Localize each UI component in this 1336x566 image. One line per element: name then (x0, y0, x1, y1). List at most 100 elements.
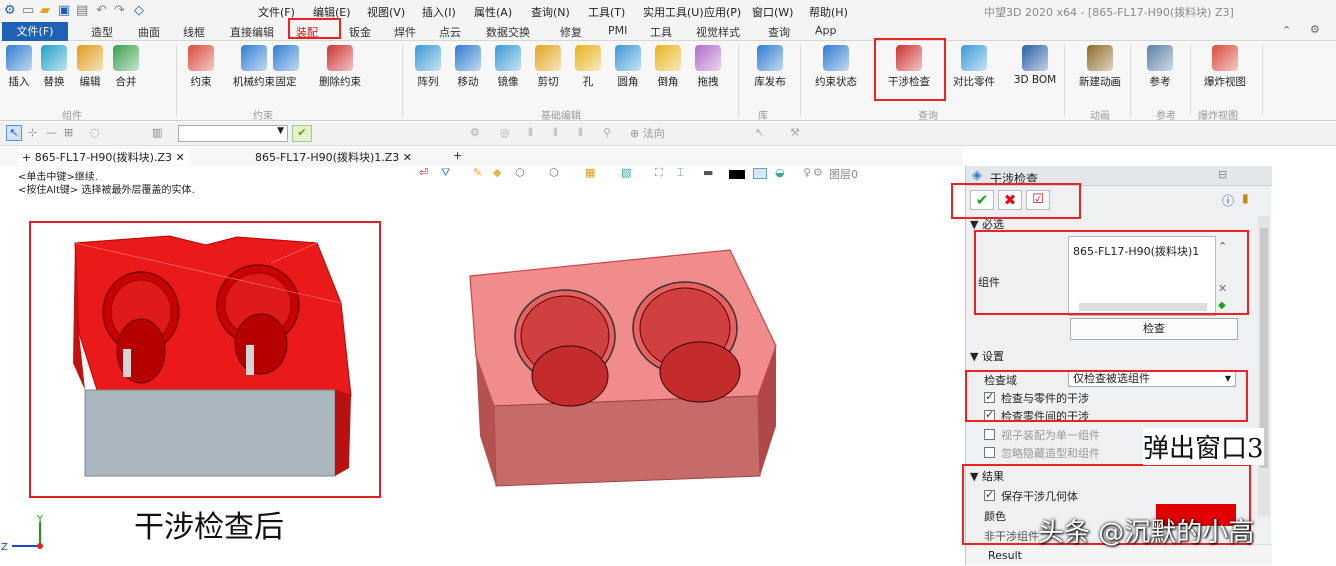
doc-tab-1[interactable]: 865-FL17-H90(拨料块)1.Z3 ✕ (255, 149, 412, 165)
tab-0[interactable]: 文件(F) (2, 22, 68, 41)
doc-tab-0[interactable]: + 865-FL17-H90(拨料块).Z3 ✕ (18, 149, 189, 165)
save-icon[interactable]: ▣ (58, 3, 70, 18)
color-light-swatch[interactable] (753, 168, 767, 179)
menu-item[interactable]: 属性(A) (474, 4, 512, 20)
layer-shape-icon[interactable]: ◒ (775, 166, 785, 179)
menu-item[interactable]: 工具(T) (588, 4, 625, 20)
select-arrow-icon[interactable]: ↖ (6, 125, 22, 141)
tab-6[interactable]: 钣金 (349, 24, 371, 40)
ribbon-button-7[interactable]: 删除约束 (310, 45, 370, 89)
tab-8[interactable]: 点云 (439, 24, 461, 40)
settings-icon[interactable]: ⚙ (1310, 23, 1320, 36)
filter-dropdown[interactable]: ▼ (178, 125, 288, 142)
tool-icon[interactable]: ⚒ (790, 126, 800, 139)
ribbon-button-19[interactable]: 对比零件 (945, 45, 1003, 89)
redo-icon[interactable]: ↷ (114, 3, 125, 18)
tab-1[interactable]: 造型 (91, 24, 113, 40)
check-filter-icon[interactable]: ✔ (292, 125, 312, 142)
tab-15[interactable]: App (815, 24, 837, 37)
option-subassembly[interactable]: 视子装配为单一组件 (984, 427, 1100, 443)
cube-color-icon[interactable]: ◆ (493, 166, 501, 179)
tab-2[interactable]: 曲面 (138, 24, 160, 40)
ribbon-button-20[interactable]: 3D BOM (1008, 45, 1062, 86)
ribbon-button-11[interactable]: 剪切 (530, 45, 566, 89)
app-logo-icon[interactable]: ⚙ (4, 3, 16, 18)
gear-icon[interactable]: ⚙ (470, 126, 480, 139)
ribbon-button-3[interactable]: 合并 (110, 45, 142, 89)
ribbon-button-23[interactable]: 爆炸视图 (1198, 45, 1252, 89)
cursor-icon[interactable]: ↖ (755, 126, 764, 139)
tab-7[interactable]: 焊件 (394, 24, 416, 40)
tab-9[interactable]: 数据交换 (486, 24, 530, 40)
color-black-swatch[interactable] (729, 170, 745, 179)
ribbon-button-22[interactable]: 参考 (1140, 45, 1180, 89)
check-button[interactable]: 检查 (1070, 318, 1238, 340)
menu-item[interactable]: 插入(I) (422, 4, 456, 20)
direction-field[interactable]: ⊕ 法向 (630, 125, 665, 141)
back-icon[interactable]: ⏎ (419, 166, 428, 179)
collapse-ribbon-icon[interactable]: ⌃ (1282, 24, 1291, 37)
box-icon[interactable]: ▦ (585, 166, 595, 179)
cube-wire-icon[interactable]: ⬡ (549, 166, 559, 179)
bulb-icon[interactable]: ♀ (803, 166, 811, 179)
ribbon-button-2[interactable]: 编辑 (74, 45, 106, 89)
ribbon-button-8[interactable]: 阵列 (410, 45, 446, 89)
ribbon-button-12[interactable]: 孔 (570, 45, 606, 89)
ribbon-button-14[interactable]: 倒角 (650, 45, 686, 89)
section-settings[interactable]: ▼ 设置 (970, 348, 1252, 366)
circle-select-icon[interactable]: ◌ (90, 126, 100, 139)
face-icon[interactable]: ⦀ (553, 126, 558, 140)
menu-item[interactable]: 窗口(W) (752, 4, 793, 20)
ribbon-button-6[interactable]: 固定 (268, 45, 304, 89)
ribbon-button-0[interactable]: 插入 (3, 45, 35, 89)
chart-filter-icon[interactable]: ▥ (152, 126, 162, 139)
tab-10[interactable]: 修复 (560, 24, 582, 40)
print-icon[interactable]: ▤ (76, 3, 88, 18)
tab-14[interactable]: 查询 (768, 24, 790, 40)
ribbon-button-16[interactable]: 库发布 (748, 45, 792, 89)
filter-view-icon[interactable]: ⛛ (441, 166, 450, 180)
edge-icon[interactable]: ⦀ (528, 126, 533, 140)
doc-tab-2[interactable]: + (453, 149, 462, 162)
ribbon-button-13[interactable]: 圆角 (610, 45, 646, 89)
tab-13[interactable]: 视觉样式 (696, 24, 740, 40)
option-ignore-hidden[interactable]: 忽略隐藏造型和组件 (984, 445, 1100, 461)
ribbon-button-9[interactable]: 移动 (450, 45, 486, 89)
vertex-icon[interactable]: ⦀ (578, 126, 583, 140)
tab-12[interactable]: 工具 (650, 24, 672, 40)
ribbon-button-1[interactable]: 替换 (38, 45, 70, 89)
3d-viewport[interactable]: <单击中键>继续. <按住Alt键> 选择被最外层覆盖的实体. ⏎ ⛛ ✎ ◆ … (0, 166, 962, 565)
menu-item[interactable]: 视图(V) (367, 4, 405, 20)
section-icon[interactable]: ⌶ (677, 166, 684, 180)
shape-icon[interactable]: ◇ (134, 3, 144, 18)
ribbon-button-21[interactable]: 新建动画 (1070, 45, 1130, 89)
grid-select-icon[interactable]: ⊞ (64, 126, 73, 139)
filter-icon[interactable]: ⊹ (28, 126, 37, 139)
help-icon[interactable]: ▮ (1242, 191, 1249, 205)
line-icon[interactable]: — (46, 126, 57, 139)
checkbox-ignore-hidden[interactable] (984, 447, 995, 458)
undo-icon[interactable]: ↶ (96, 3, 107, 18)
open-icon[interactable]: ▰ (40, 3, 50, 18)
new-icon[interactable]: ▭ (22, 3, 34, 18)
checkbox-subassembly[interactable] (984, 429, 995, 440)
restore-icon[interactable]: ⊟ (1218, 168, 1227, 181)
info-icon[interactable]: ⓘ (1222, 192, 1234, 209)
menu-item[interactable]: 实用工具(U) (643, 4, 704, 20)
dialog-scrollbar[interactable] (1258, 216, 1270, 516)
layer-settings-icon[interactable]: ⚙ (813, 166, 823, 179)
ribbon-button-15[interactable]: 拖拽 (690, 45, 726, 89)
menu-item[interactable]: 查询(N) (531, 4, 570, 20)
tab-4[interactable]: 直接编辑 (230, 24, 274, 40)
menu-item[interactable]: 应用(P) (704, 4, 741, 20)
tab-11[interactable]: PMI (608, 24, 627, 37)
node-icon[interactable]: ◎ (500, 126, 510, 139)
ribbon-button-4[interactable]: 约束 (183, 45, 219, 89)
fit-icon[interactable]: ⛶ (655, 166, 663, 180)
ribbon-button-10[interactable]: 镜像 (490, 45, 526, 89)
tab-3[interactable]: 线框 (183, 24, 205, 40)
ribbon-button-17[interactable]: 约束状态 (808, 45, 864, 89)
pencil-icon[interactable]: ✎ (473, 166, 482, 179)
display-icon[interactable]: ▬ (703, 166, 713, 179)
render-icon[interactable]: ▧ (621, 166, 631, 179)
